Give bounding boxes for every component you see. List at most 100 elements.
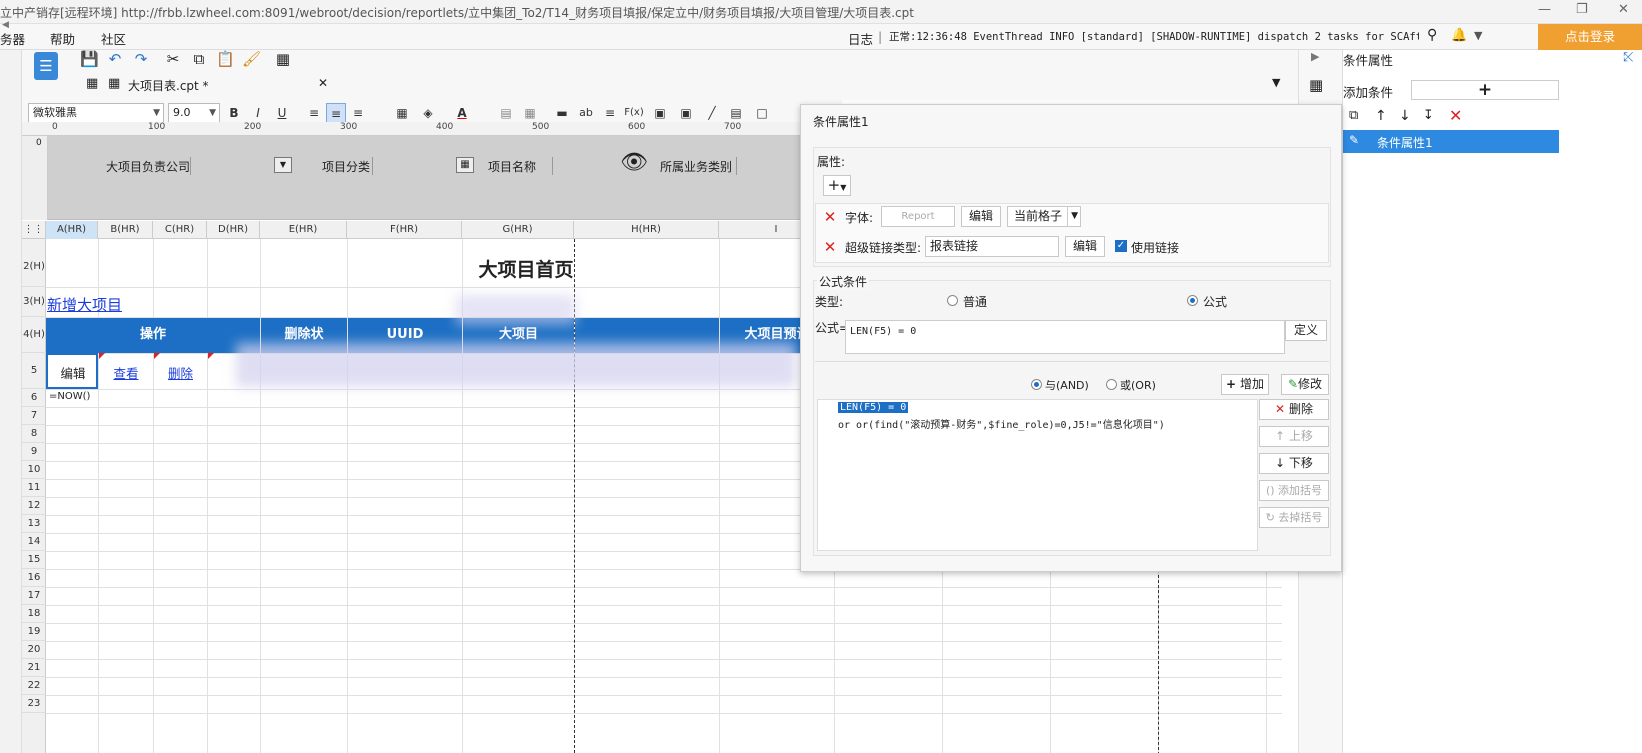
row-header[interactable]: 6: [22, 389, 46, 407]
save-icon[interactable]: 💾: [80, 50, 99, 68]
select-all-corner[interactable]: ⋮⋮: [22, 221, 46, 239]
row-header[interactable]: 4(H): [22, 317, 46, 353]
type-formula-radio[interactable]: [1187, 295, 1198, 306]
condition-list-item[interactable]: ✎ 条件属性1: [1343, 130, 1559, 153]
row-header[interactable]: 21: [22, 659, 46, 677]
font-size-select[interactable]: 9.0 ▼: [168, 103, 220, 123]
fill-color-icon[interactable]: ◈: [418, 103, 438, 123]
move-bottom-icon[interactable]: ↧: [1423, 108, 1434, 123]
col-header[interactable]: A(HR): [46, 221, 98, 239]
col-header[interactable]: F(HR): [347, 221, 462, 239]
row-header[interactable]: 23: [22, 695, 46, 713]
chart-icon[interactable]: ▣: [650, 103, 670, 123]
menu-community[interactable]: 社区: [101, 29, 126, 48]
align-right-icon[interactable]: ≡: [348, 103, 368, 123]
undo-icon[interactable]: ↶: [106, 50, 124, 68]
tree-select-icon[interactable]: ▦: [456, 157, 474, 173]
slash-icon[interactable]: ╱: [702, 103, 722, 123]
row-header[interactable]: 16: [22, 569, 46, 587]
minimize-button[interactable]: —: [1538, 2, 1551, 17]
row-header[interactable]: 17: [22, 587, 46, 605]
pin-icon[interactable]: ⤪: [1623, 50, 1633, 65]
delete-link[interactable]: 删除: [154, 363, 207, 382]
row-header[interactable]: 2(H): [22, 239, 46, 287]
dropdown-icon[interactable]: ▼: [274, 157, 292, 173]
edit-cell[interactable]: 编辑: [48, 363, 98, 382]
hide-icon[interactable]: 👁: [620, 150, 648, 175]
col-header[interactable]: E(HR): [260, 221, 347, 239]
link-icon[interactable]: ▬: [552, 103, 572, 123]
restore-button[interactable]: ❐: [1576, 2, 1588, 17]
redo-icon[interactable]: ↷: [132, 50, 150, 68]
row-header[interactable]: 7: [22, 407, 46, 425]
italic-button[interactable]: I: [248, 103, 268, 123]
modify-button[interactable]: ✎修改: [1281, 374, 1329, 395]
use-link-checkbox[interactable]: ✓: [1115, 240, 1127, 252]
col-header[interactable]: B(HR): [98, 221, 153, 239]
template-icon[interactable]: ☰: [34, 52, 58, 80]
merge-icon[interactable]: ▤: [496, 103, 516, 123]
condition-line-2[interactable]: or or(find("滚动预算-财务",$fine_role)=0,J5!="…: [838, 416, 1165, 431]
underline-button[interactable]: U: [272, 103, 292, 123]
widget-icon[interactable]: □: [752, 103, 772, 123]
move-up-icon[interactable]: ↑: [1375, 108, 1387, 124]
search-icon[interactable]: ⚲: [1427, 27, 1437, 43]
remove-icon[interactable]: ✕: [1449, 106, 1462, 125]
format-painter-icon[interactable]: 🖌: [242, 50, 261, 68]
copy-icon[interactable]: ⧉: [1349, 108, 1358, 123]
define-button[interactable]: 定义: [1285, 320, 1327, 341]
align-center-icon[interactable]: ≡: [326, 103, 346, 123]
close-window-button[interactable]: ✕: [1618, 2, 1629, 17]
move-down-button[interactable]: ↓ 下移: [1259, 453, 1329, 474]
bell-icon[interactable]: 🔔: [1451, 28, 1467, 43]
move-down-icon[interactable]: ↓: [1399, 108, 1411, 124]
row-header[interactable]: 14: [22, 533, 46, 551]
border-icon[interactable]: ▦: [392, 103, 412, 123]
menu-server[interactable]: 务器: [0, 29, 25, 48]
add-condition-item-button[interactable]: + 增加: [1221, 374, 1269, 395]
row-header[interactable]: 3(H): [22, 287, 46, 317]
formula-icon[interactable]: F(x): [624, 103, 644, 123]
scope-select[interactable]: 当前格子 ▼: [1007, 206, 1081, 227]
hyperlink-edit-button[interactable]: 编辑: [1065, 236, 1105, 257]
row-header[interactable]: 8: [22, 425, 46, 443]
col-header[interactable]: D(HR): [207, 221, 260, 239]
move-up-button[interactable]: ↑ 上移: [1259, 426, 1329, 447]
param-business-field[interactable]: [736, 157, 796, 175]
formula-cell[interactable]: =NOW(): [49, 391, 90, 402]
font-edit-button[interactable]: 编辑: [961, 206, 1001, 227]
row-header[interactable]: 12: [22, 497, 46, 515]
tab-menu-icon[interactable]: ▼: [1272, 76, 1280, 89]
row-header[interactable]: 19: [22, 623, 46, 641]
tab-close-icon[interactable]: ✕: [318, 76, 328, 90]
cell-element-icon[interactable]: ▦: [1309, 76, 1323, 94]
document-tab[interactable]: ▦ ▦ 大项目表.cpt * ✕: [82, 73, 352, 99]
row-header[interactable]: 5: [22, 353, 46, 389]
bold-button[interactable]: B: [224, 103, 244, 123]
hyperlink-type-field[interactable]: 报表链接: [925, 236, 1059, 257]
remove-font-icon[interactable]: ✕: [821, 208, 839, 226]
subreport-icon[interactable]: ▤: [726, 103, 746, 123]
or-radio[interactable]: [1106, 379, 1117, 390]
preview-icon[interactable]: ▦: [274, 50, 292, 68]
font-family-select[interactable]: 微软雅黑 ▼: [28, 103, 164, 123]
formula-input[interactable]: LEN(F5) = 0: [845, 320, 1285, 354]
condition-line-1[interactable]: LEN(F5) = 0: [838, 402, 909, 413]
and-radio[interactable]: [1031, 379, 1042, 390]
delete-condition-button[interactable]: ✕ 删除: [1259, 399, 1329, 420]
add-project-link[interactable]: 新增大项目: [47, 294, 122, 315]
col-header[interactable]: C(HR): [153, 221, 207, 239]
font-color-icon[interactable]: A: [452, 103, 472, 123]
login-button[interactable]: 点击登录: [1538, 24, 1642, 50]
cut-icon[interactable]: ✂: [164, 50, 182, 68]
row-header[interactable]: 22: [22, 677, 46, 695]
param-company-field[interactable]: [190, 157, 270, 175]
row-header[interactable]: 9: [22, 443, 46, 461]
split-icon[interactable]: ▦: [520, 103, 540, 123]
add-parenthesis-button[interactable]: () 添加括号: [1259, 480, 1329, 501]
image-icon[interactable]: ▣: [676, 103, 696, 123]
col-header[interactable]: G(HR): [462, 221, 574, 239]
row-header[interactable]: 15: [22, 551, 46, 569]
row-header[interactable]: 11: [22, 479, 46, 497]
row-header[interactable]: 10: [22, 461, 46, 479]
